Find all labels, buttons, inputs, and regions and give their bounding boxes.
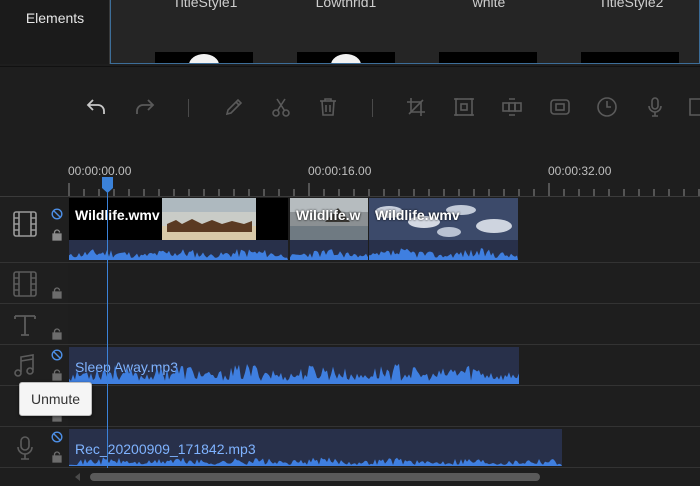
title-template-label[interactable]: TitleStyle2	[576, 0, 686, 10]
lock-icon[interactable]	[52, 327, 62, 340]
text-icon	[11, 311, 39, 339]
mute-icon[interactable]	[51, 207, 63, 220]
track-header	[0, 304, 68, 344]
track-header	[0, 197, 68, 262]
track-header	[0, 427, 68, 467]
clip-label: Wildlife.w	[296, 207, 361, 223]
clip-label: Wildlife.wmv	[375, 207, 460, 223]
clip-waveform	[69, 249, 288, 260]
audio-clip[interactable]: Sleep Away.mp3	[69, 347, 519, 384]
video-clip[interactable]: Wildlife.wmv	[369, 198, 518, 260]
scroll-left-icon[interactable]	[73, 472, 83, 482]
voiceover-icon[interactable]	[641, 93, 669, 121]
audio-track-extra	[0, 386, 700, 427]
film-icon	[11, 270, 39, 298]
horizontal-scrollbar[interactable]	[70, 470, 700, 486]
music-track: Sleep Away.mp3	[0, 345, 700, 386]
clip-thumbnail	[162, 198, 256, 240]
playhead-handle[interactable]	[101, 176, 114, 194]
lock-icon[interactable]	[52, 368, 62, 381]
redo-icon[interactable]	[131, 93, 159, 121]
undo-icon[interactable]	[82, 93, 110, 121]
title-template-label[interactable]: white	[434, 0, 544, 10]
playhead-line	[107, 178, 108, 468]
mute-icon[interactable]	[51, 348, 63, 361]
edit-icon[interactable]	[220, 93, 248, 121]
toolbar	[0, 67, 700, 155]
mute-icon[interactable]	[51, 430, 63, 443]
video-track-main: Wildlife.wmv Wildlife.w Wildlife.wmv	[0, 197, 700, 263]
film-icon	[11, 210, 39, 238]
crop-icon[interactable]	[402, 93, 430, 121]
video-track-overlay	[0, 263, 700, 304]
export-icon[interactable]	[684, 93, 700, 121]
lock-icon[interactable]	[52, 228, 62, 241]
toolbar-separator	[188, 99, 189, 117]
duration-icon[interactable]	[593, 93, 621, 121]
text-track	[0, 304, 700, 345]
clip-label: Wildlife.wmv	[75, 207, 160, 223]
title-template-label[interactable]: Lowthrid1	[291, 0, 401, 10]
track-header	[0, 345, 68, 385]
video-clip[interactable]: Wildlife.w	[290, 198, 368, 260]
clip-waveform	[369, 248, 518, 260]
lock-icon[interactable]	[52, 450, 62, 463]
toolbar-separator	[372, 99, 373, 117]
video-clip[interactable]: Wildlife.wmv	[69, 198, 288, 260]
cut-icon[interactable]	[267, 93, 295, 121]
clip-waveform	[290, 249, 368, 260]
mosaic-icon[interactable]	[450, 93, 478, 121]
freeze-frame-icon[interactable]	[546, 93, 574, 121]
elements-tab[interactable]: Elements	[0, 0, 110, 64]
library-panel: Elements TitleStyle1 Lowthrid1 white Tit…	[0, 0, 700, 64]
voiceover-track: Rec_20200909_171842.mp3	[0, 427, 700, 468]
delete-icon[interactable]	[314, 93, 342, 121]
unmute-tooltip: Unmute	[19, 382, 92, 416]
clip-thumbnail	[256, 198, 288, 240]
elements-tab-label: Elements	[25, 10, 85, 26]
clip-waveform	[69, 363, 519, 384]
audio-clip[interactable]: Rec_20200909_171842.mp3	[69, 429, 562, 466]
lock-icon[interactable]	[52, 286, 62, 299]
track-header	[0, 263, 68, 303]
title-template-thumb[interactable]	[297, 52, 395, 63]
split-screen-icon[interactable]	[498, 93, 526, 121]
scrollbar-thumb[interactable]	[90, 473, 540, 481]
title-template-thumb[interactable]	[439, 52, 537, 63]
title-template-thumb[interactable]	[155, 52, 253, 63]
music-note-icon	[11, 352, 39, 380]
title-template-label[interactable]: TitleStyle1	[150, 0, 260, 10]
title-template-thumb[interactable]	[581, 52, 679, 63]
microphone-icon	[11, 434, 39, 462]
clip-waveform	[69, 457, 562, 466]
title-templates-panel: TitleStyle1 Lowthrid1 white TitleStyle2	[110, 0, 700, 64]
